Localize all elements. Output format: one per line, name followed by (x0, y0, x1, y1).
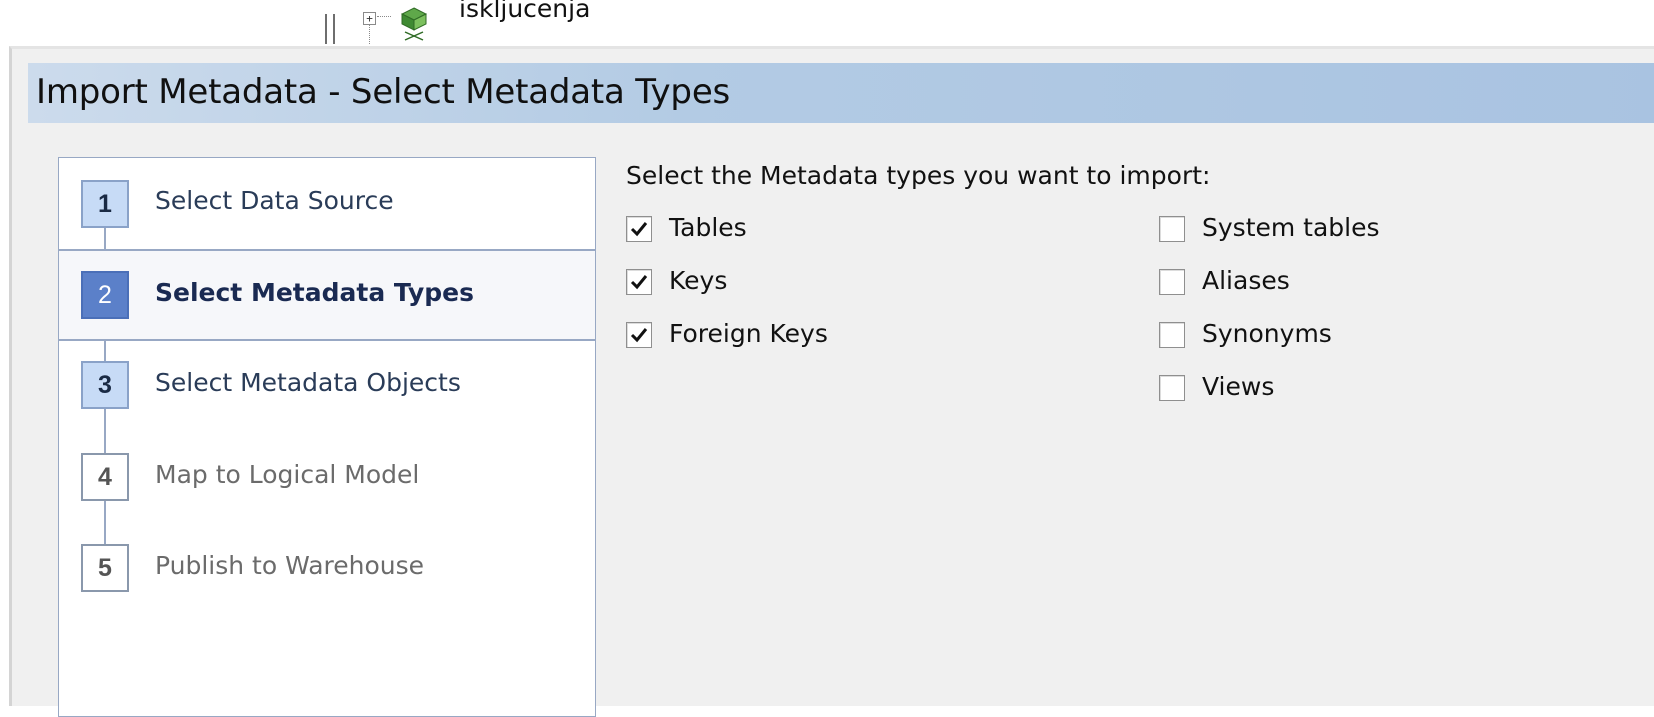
title-bar[interactable]: Import Metadata - Select Metadata Types (28, 63, 1654, 123)
step-label: Select Metadata Objects (155, 368, 461, 397)
step-number-badge: 5 (81, 544, 129, 592)
option-label: Aliases (1202, 266, 1290, 295)
wizard-step-4: 4 Map to Logical Model (59, 433, 595, 525)
step-number-badge: 2 (81, 271, 129, 319)
option-label: Tables (669, 213, 747, 242)
cube-icon (401, 7, 427, 41)
wizard-step-1[interactable]: 1 Select Data Source (59, 158, 595, 250)
checkbox[interactable] (626, 269, 652, 295)
checkmark-icon (630, 328, 648, 343)
checkmark-icon (630, 222, 648, 237)
option-tables[interactable]: Tables (626, 212, 826, 246)
checkbox[interactable] (1159, 216, 1185, 242)
step-label: Select Data Source (155, 186, 394, 215)
checkbox[interactable] (1159, 375, 1185, 401)
step-label: Publish to Warehouse (155, 551, 425, 580)
option-label: System tables (1202, 213, 1380, 242)
option-label: Keys (669, 266, 728, 295)
background-tree: + iskljucenja (325, 0, 625, 48)
step-number-badge: 4 (81, 453, 129, 501)
step-label: Select Metadata Types (155, 278, 475, 307)
instruction-text: Select the Metadata types you want to im… (626, 161, 1211, 190)
wizard-step-2[interactable]: 2 Select Metadata Types (59, 249, 595, 341)
option-label: Views (1202, 372, 1275, 401)
step-label: Map to Logical Model (155, 460, 420, 489)
wizard-step-5: 5 Publish to Warehouse (59, 524, 595, 616)
checkmark-icon (630, 275, 648, 290)
import-metadata-dialog: Import Metadata - Select Metadata Types … (9, 46, 1654, 717)
step-number-badge: 1 (81, 180, 129, 228)
option-label: Synonyms (1202, 319, 1332, 348)
tree-node-label[interactable]: iskljucenja (459, 0, 590, 23)
option-system-tables[interactable]: System tables (1159, 212, 1459, 246)
option-aliases[interactable]: Aliases (1159, 265, 1459, 299)
option-foreign-keys[interactable]: Foreign Keys (626, 318, 886, 352)
checkbox[interactable] (626, 322, 652, 348)
checkbox[interactable] (1159, 322, 1185, 348)
option-keys[interactable]: Keys (626, 265, 826, 299)
tree-dotted-connector (369, 24, 370, 44)
option-synonyms[interactable]: Synonyms (1159, 318, 1459, 352)
option-views[interactable]: Views (1159, 371, 1459, 405)
tree-guide-line (333, 14, 335, 44)
wizard-steps-panel: 1 Select Data Source 2 Select Metadata T… (58, 157, 596, 717)
checkbox[interactable] (626, 216, 652, 242)
dialog-title: Import Metadata - Select Metadata Types (36, 72, 731, 112)
checkbox[interactable] (1159, 269, 1185, 295)
wizard-step-3[interactable]: 3 Select Metadata Objects (59, 341, 595, 433)
step-number-badge: 3 (81, 361, 129, 409)
option-label: Foreign Keys (669, 319, 828, 348)
tree-dotted-connector (377, 16, 391, 17)
tree-guide-line (325, 14, 327, 44)
